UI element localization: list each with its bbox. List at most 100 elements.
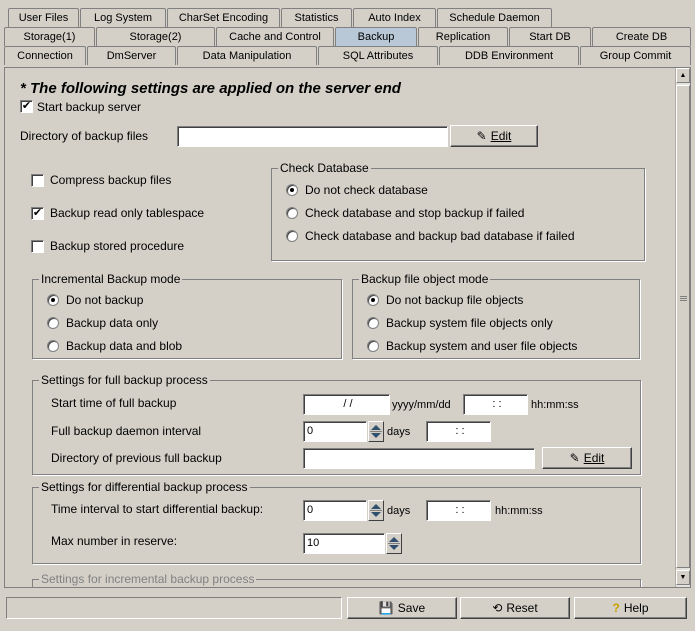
file-object-mode-title: Backup file object mode: [359, 272, 491, 286]
full-start-time-label: Start time of full backup: [51, 396, 177, 410]
radio-check-backup-bad[interactable]: [286, 230, 298, 242]
full-interval-days-label: days: [387, 426, 411, 438]
pencil-icon: ✎: [569, 451, 580, 465]
scroll-content: * The following settings are applied on …: [5, 68, 675, 587]
start-backup-server-label: Start backup server: [37, 100, 142, 114]
radio-do-not-check[interactable]: [286, 184, 298, 196]
tab-start-db[interactable]: Start DB: [509, 27, 591, 46]
radio-fobj-none[interactable]: [367, 294, 379, 306]
full-backup-title: Settings for full backup process: [39, 373, 210, 387]
radio-check-backup-bad-label: Check database and backup bad database i…: [305, 229, 575, 243]
start-backup-server-checkbox[interactable]: ✔: [20, 100, 33, 113]
radio-incr-data-blob[interactable]: [47, 340, 59, 352]
help-button[interactable]: ? Help: [574, 597, 687, 619]
tab-ddb-environment[interactable]: DDB Environment: [439, 46, 579, 65]
file-object-mode-group: Backup file object mode Do not backup fi…: [352, 272, 640, 359]
check-database-group: Check Database Do not check database Che…: [271, 161, 645, 261]
compress-backup-checkbox[interactable]: [31, 174, 44, 187]
radio-incr-none-label: Do not backup: [66, 293, 144, 307]
incr-backup-group: Settings for incremental backup process: [32, 572, 641, 587]
full-interval-days-input[interactable]: 0: [303, 421, 367, 442]
save-button[interactable]: 💾 Save: [347, 597, 457, 619]
diff-time-format-label: hh:mm:ss: [495, 505, 543, 517]
radio-fobj-none-label: Do not backup file objects: [386, 293, 524, 307]
full-start-time-input[interactable]: : :: [463, 394, 528, 415]
reset-icon: ⟲: [492, 601, 503, 615]
incr-backup-title: Settings for incremental backup process: [39, 572, 257, 586]
incremental-mode-title: Incremental Backup mode: [39, 272, 183, 286]
tab-schedule-daemon[interactable]: Schedule Daemon: [437, 8, 552, 27]
tab-data-manipulation[interactable]: Data Manipulation: [177, 46, 317, 65]
tab-replication[interactable]: Replication: [418, 27, 508, 46]
radio-fobj-system-user-label: Backup system and user file objects: [386, 339, 578, 353]
server-settings-heading: * The following settings are applied on …: [20, 80, 401, 97]
save-icon: 💾: [378, 601, 394, 615]
tab-group-commit[interactable]: Group Commit: [580, 46, 691, 65]
diff-interval-days-label: days: [387, 505, 411, 517]
tab-dmserver[interactable]: DmServer: [87, 46, 176, 65]
tab-backup[interactable]: Backup: [335, 27, 417, 46]
radio-do-not-check-label: Do not check database: [305, 183, 428, 197]
radio-fobj-system[interactable]: [367, 317, 379, 329]
tab-sql-attributes[interactable]: SQL Attributes: [318, 46, 438, 65]
radio-incr-none[interactable]: [47, 294, 59, 306]
diff-interval-time-input[interactable]: : :: [426, 500, 491, 521]
compress-backup-label: Compress backup files: [50, 173, 172, 187]
tab-connection[interactable]: Connection: [4, 46, 86, 65]
scroll-thumb[interactable]: [676, 85, 690, 568]
prev-full-dir-edit-button[interactable]: ✎ Edit: [542, 447, 632, 469]
diff-interval-days-input[interactable]: 0: [303, 500, 367, 521]
radio-check-stop[interactable]: [286, 207, 298, 219]
scroll-down-icon[interactable]: ▼: [676, 570, 690, 585]
max-reserve-input[interactable]: 10: [303, 533, 385, 554]
backup-settings-panel: * The following settings are applied on …: [4, 67, 691, 588]
reset-button[interactable]: ⟲ Reset: [460, 597, 570, 619]
prev-full-dir-edit-label: Edit: [583, 451, 605, 465]
radio-incr-data[interactable]: [47, 317, 59, 329]
full-interval-spinner[interactable]: [368, 421, 384, 442]
tab-create-db[interactable]: Create DB: [592, 27, 691, 46]
date-format-label: yyyy/mm/dd: [392, 399, 451, 411]
tab-log-system[interactable]: Log System: [80, 8, 166, 27]
tab-charset-encoding[interactable]: CharSet Encoding: [167, 8, 280, 27]
full-interval-label: Full backup daemon interval: [51, 424, 202, 438]
scroll-up-icon[interactable]: ▲: [676, 68, 690, 83]
save-label: Save: [397, 601, 426, 615]
tab-storage-1[interactable]: Storage(1): [4, 27, 95, 46]
max-reserve-spinner[interactable]: [386, 533, 402, 554]
backup-stored-proc-checkbox[interactable]: [31, 240, 44, 253]
incremental-mode-group: Incremental Backup mode Do not backup Ba…: [32, 272, 342, 359]
reset-label: Reset: [506, 601, 538, 615]
backup-dir-input[interactable]: [177, 126, 448, 147]
prev-full-dir-label: Directory of previous full backup: [51, 451, 222, 465]
diff-interval-spinner[interactable]: [368, 500, 384, 521]
backup-stored-proc-label: Backup stored procedure: [50, 239, 185, 253]
footer-bar: 💾 Save ⟲ Reset ? Help: [0, 592, 695, 631]
pencil-icon: ✎: [476, 129, 487, 143]
radio-fobj-system-user[interactable]: [367, 340, 379, 352]
max-reserve-label: Max number in reserve:: [51, 534, 178, 548]
tab-strip: User Files Log System CharSet Encoding S…: [0, 0, 695, 66]
backup-dir-edit-button[interactable]: ✎ Edit: [450, 125, 538, 147]
diff-backup-title: Settings for differential backup process: [39, 480, 250, 494]
tab-cache-and-control[interactable]: Cache and Control: [216, 27, 334, 46]
tab-storage-2[interactable]: Storage(2): [96, 27, 215, 46]
backup-readonly-ts-checkbox[interactable]: ✔: [31, 207, 44, 220]
full-start-date-input[interactable]: / /: [303, 394, 390, 415]
prev-full-dir-input[interactable]: [303, 448, 535, 469]
backup-dir-label: Directory of backup files: [20, 129, 149, 143]
radio-fobj-system-label: Backup system file objects only: [386, 316, 553, 330]
tab-user-files[interactable]: User Files: [8, 8, 79, 27]
full-interval-time-input[interactable]: : :: [426, 421, 491, 442]
diff-backup-group: Settings for differential backup process…: [32, 480, 641, 564]
radio-incr-data-label: Backup data only: [66, 316, 159, 330]
status-field: [6, 597, 342, 619]
radio-check-stop-label: Check database and stop backup if failed: [305, 206, 525, 220]
time-format-label: hh:mm:ss: [531, 399, 579, 411]
vertical-scrollbar[interactable]: ▲ ▼: [675, 68, 690, 587]
radio-incr-data-blob-label: Backup data and blob: [66, 339, 183, 353]
backup-dir-edit-label: Edit: [490, 129, 512, 143]
diff-interval-label: Time interval to start differential back…: [51, 502, 264, 516]
tab-auto-index[interactable]: Auto Index: [353, 8, 436, 27]
tab-statistics[interactable]: Statistics: [281, 8, 352, 27]
